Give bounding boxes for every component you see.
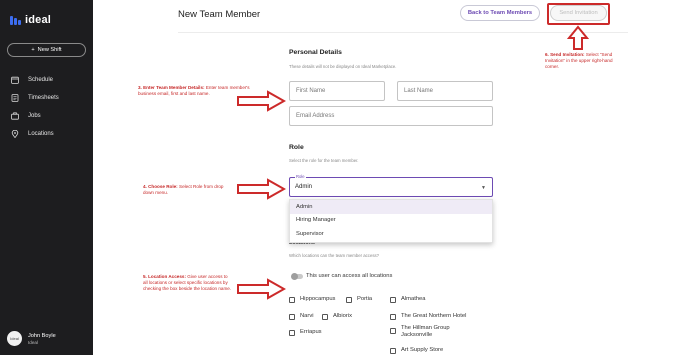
checkbox-icon [346, 296, 352, 303]
annotation-6-title: 6. Send Invitation: [545, 52, 585, 57]
all-locations-toggle-label: This user can access all locations [306, 273, 393, 279]
annotation-arrow-up-icon [567, 25, 589, 50]
sidebar-item-schedule[interactable]: Schedule [0, 71, 93, 89]
sidebar: ideal + New Shift Schedule Timesheets Jo… [0, 0, 93, 355]
sidebar-item-timesheets[interactable]: Timesheets [0, 89, 93, 107]
calendar-icon [11, 76, 19, 84]
sidebar-item-label: Jobs [28, 113, 41, 119]
header-divider [178, 32, 628, 33]
location-checkbox-hippocampus[interactable]: Hippocampus [289, 296, 335, 303]
location-label: Erriapus [300, 329, 322, 335]
user-org: Ideal [28, 340, 38, 345]
annotation-arrow-right-icon [237, 90, 286, 112]
annotation-5: 5. Location Access: Give user access to … [143, 274, 233, 292]
annotation-3-title: 3. Enter Team Member Details: [138, 85, 205, 90]
annotation-3: 3. Enter Team Member Details: Enter team… [138, 85, 250, 97]
location-checkbox-hillman-group[interactable]: The Hillman Group Jacksonville [390, 325, 470, 339]
new-shift-button[interactable]: + New Shift [7, 43, 86, 57]
checkbox-icon [390, 347, 396, 354]
sidebar-item-label: Schedule [28, 77, 54, 83]
briefcase-icon [11, 112, 19, 120]
location-checkbox-albiorix[interactable]: Albiorix [322, 313, 352, 320]
location-label: Art Supply Store [401, 347, 444, 353]
caret-down-icon: ▼ [481, 185, 486, 191]
annotation-4: 4. Choose Role: Select Role from drop do… [143, 184, 231, 196]
location-label: Hippocampus [300, 296, 336, 302]
send-invitation-highlight [547, 3, 610, 25]
logo-text: ideal [25, 14, 52, 26]
annotation-5-title: 5. Location Access: [143, 274, 186, 279]
checkbox-icon [289, 296, 295, 303]
annotation-4-title: 4. Choose Role: [143, 184, 178, 189]
checkbox-icon [390, 328, 396, 334]
first-name-field[interactable]: First Name [289, 81, 385, 101]
location-checkbox-portia[interactable]: Portia [346, 296, 372, 303]
sidebar-nav: Schedule Timesheets Jobs Locations [0, 71, 93, 143]
location-checkbox-great-northern-hotel[interactable]: The Great Northern Hotel [390, 313, 466, 320]
role-option-hiring-manager[interactable]: Hiring Manager [290, 214, 492, 228]
last-name-field[interactable]: Last Name [397, 81, 493, 101]
user-profile[interactable]: Ideal John Boyle Ideal [7, 331, 56, 346]
checkbox-icon [289, 329, 295, 336]
ideal-logo-icon [10, 15, 22, 26]
role-dropdown-menu: Admin Hiring Manager Supervisor [289, 199, 493, 243]
annotation-arrow-right-icon [237, 178, 286, 200]
annotation-arrow-right-icon [237, 278, 286, 300]
all-locations-toggle[interactable] [291, 272, 303, 280]
email-field[interactable]: Email Address [289, 106, 493, 126]
checkbox-icon [289, 313, 295, 320]
back-to-team-members-button[interactable]: Back to Team Members [460, 5, 540, 21]
sidebar-item-label: Timesheets [28, 95, 59, 101]
user-name: John Boyle [28, 333, 56, 339]
annotation-6: 6. Send Invitation: Select "Send Invitat… [545, 52, 617, 70]
location-label: The Hillman Group Jacksonville [401, 325, 450, 338]
location-label: Almathea [401, 296, 426, 302]
sidebar-item-jobs[interactable]: Jobs [0, 107, 93, 125]
location-checkbox-narvi[interactable]: Narvi [289, 313, 314, 320]
location-label: The Great Northern Hotel [401, 313, 467, 319]
sidebar-item-label: Locations [28, 131, 54, 137]
locations-subtitle: Which locations can the team member acce… [289, 253, 380, 258]
location-checkbox-erriapus[interactable]: Erriapus [289, 329, 322, 336]
location-label: Albiorix [333, 313, 353, 319]
personal-details-subtitle: These details will not be displayed on I… [289, 64, 397, 69]
location-checkbox-art-supply-store[interactable]: Art Supply Store [390, 347, 443, 354]
page-title: New Team Member [178, 9, 261, 20]
checkbox-icon [322, 313, 328, 320]
location-pin-icon [11, 130, 19, 138]
location-label: Portia [357, 296, 373, 302]
role-option-supervisor[interactable]: Supervisor [290, 227, 492, 241]
timesheet-icon [11, 94, 19, 102]
personal-details-title: Personal Details [289, 49, 342, 56]
plus-icon: + [31, 47, 35, 53]
location-label: Narvi [300, 313, 314, 319]
role-select[interactable]: Role Admin ▼ [289, 174, 493, 197]
role-title: Role [289, 144, 304, 151]
role-option-admin[interactable]: Admin [290, 200, 492, 214]
role-select-value: Admin [295, 184, 313, 190]
avatar: Ideal [7, 331, 22, 346]
sidebar-item-locations[interactable]: Locations [0, 125, 93, 143]
checkbox-icon [390, 296, 396, 303]
role-select-label: Role [295, 174, 306, 179]
location-checkbox-almathea[interactable]: Almathea [390, 296, 426, 303]
new-shift-label: New Shift [37, 47, 62, 53]
checkbox-icon [390, 313, 396, 320]
logo[interactable]: ideal [10, 14, 51, 26]
role-subtitle: Select the role for the team member. [289, 158, 359, 163]
